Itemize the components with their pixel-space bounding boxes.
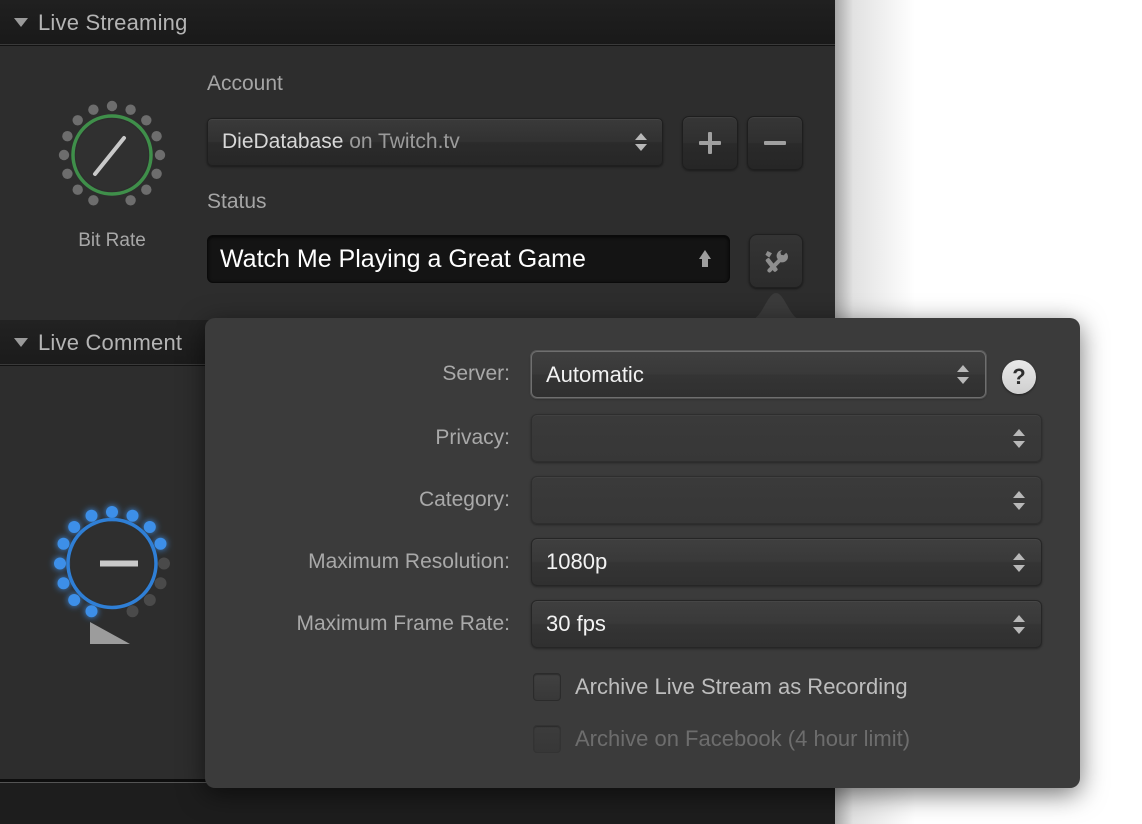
account-name: DieDatabase bbox=[222, 130, 343, 153]
minus-icon bbox=[764, 132, 786, 154]
triangle-down-icon[interactable] bbox=[14, 18, 28, 27]
server-label: Server: bbox=[205, 362, 510, 386]
account-label: Account bbox=[207, 72, 283, 96]
chevron-down-icon bbox=[635, 144, 647, 151]
server-select[interactable]: Automatic bbox=[531, 351, 986, 398]
chevron-updown-icon[interactable] bbox=[1005, 553, 1033, 572]
stream-settings-popover: Server: Automatic Privacy: Category: Max… bbox=[205, 318, 1080, 788]
chevron-up-icon bbox=[635, 133, 647, 140]
maximum-resolution-value: 1080p bbox=[532, 549, 1005, 575]
account-popup-button[interactable]: DieDatabase on Twitch.tv bbox=[207, 118, 663, 166]
section-title: Live Comment bbox=[38, 330, 182, 356]
status-label: Status bbox=[207, 190, 267, 214]
chevron-up-icon bbox=[1013, 615, 1025, 622]
bit-rate-knob[interactable]: Bit Rate bbox=[52, 98, 172, 258]
archive-live-stream-label: Archive Live Stream as Recording bbox=[575, 674, 908, 700]
stream-settings-tools-button[interactable] bbox=[749, 234, 803, 288]
chevron-up-icon bbox=[957, 365, 969, 372]
plus-icon bbox=[699, 132, 721, 154]
hammer-wrench-icon bbox=[761, 246, 791, 276]
panel-bottom-strip bbox=[0, 783, 835, 824]
remove-account-button[interactable] bbox=[747, 116, 803, 170]
server-value: Automatic bbox=[532, 362, 949, 388]
section-header-live-streaming[interactable]: Live Streaming bbox=[0, 0, 835, 46]
bit-rate-knob-dial[interactable] bbox=[52, 98, 172, 228]
volume-level-triangle-icon bbox=[90, 622, 130, 644]
chevron-updown-icon[interactable] bbox=[949, 365, 977, 384]
bit-rate-knob-label: Bit Rate bbox=[52, 230, 172, 252]
chevron-down-icon bbox=[957, 377, 969, 384]
archive-live-stream-checkbox-row[interactable]: Archive Live Stream as Recording bbox=[533, 673, 908, 701]
category-select[interactable] bbox=[531, 476, 1042, 524]
chevron-up-icon bbox=[1013, 429, 1025, 436]
account-service: on Twitch.tv bbox=[343, 130, 459, 153]
maximum-resolution-label: Maximum Resolution: bbox=[205, 550, 510, 574]
chevron-up-icon bbox=[1013, 553, 1025, 560]
help-button[interactable]: ? bbox=[1002, 360, 1036, 394]
maximum-frame-rate-select[interactable]: 30 fps bbox=[531, 600, 1042, 648]
chevron-up-icon bbox=[1013, 491, 1025, 498]
status-input[interactable]: Watch Me Playing a Great Game bbox=[207, 235, 730, 283]
chevron-down-icon bbox=[1013, 503, 1025, 510]
archive-on-facebook-label: Archive on Facebook (4 hour limit) bbox=[575, 726, 910, 752]
status-value: Watch Me Playing a Great Game bbox=[208, 245, 697, 274]
maximum-resolution-select[interactable]: 1080p bbox=[531, 538, 1042, 586]
maximum-frame-rate-label: Maximum Frame Rate: bbox=[205, 612, 510, 636]
archive-on-facebook-checkbox-row: Archive on Facebook (4 hour limit) bbox=[533, 725, 910, 753]
checkbox-icon bbox=[533, 725, 561, 753]
chevron-updown-icon[interactable] bbox=[1005, 491, 1033, 510]
triangle-down-icon[interactable] bbox=[14, 338, 28, 347]
maximum-frame-rate-value: 30 fps bbox=[532, 611, 1005, 637]
privacy-label: Privacy: bbox=[205, 426, 510, 450]
category-label: Category: bbox=[205, 488, 510, 512]
add-account-button[interactable] bbox=[682, 116, 738, 170]
account-popup-value: DieDatabase on Twitch.tv bbox=[208, 130, 628, 154]
arrow-up-icon[interactable] bbox=[697, 250, 713, 268]
chevron-updown-icon[interactable] bbox=[1005, 615, 1033, 634]
checkbox-icon[interactable] bbox=[533, 673, 561, 701]
chevron-down-icon bbox=[1013, 627, 1025, 634]
chevron-down-icon bbox=[1013, 565, 1025, 572]
chevron-updown-icon[interactable] bbox=[1005, 429, 1033, 448]
section-title: Live Streaming bbox=[38, 10, 188, 36]
chevron-updown-icon[interactable] bbox=[628, 133, 654, 151]
chevron-down-icon bbox=[1013, 441, 1025, 448]
privacy-select[interactable] bbox=[531, 414, 1042, 462]
popover-arrow bbox=[750, 292, 802, 320]
